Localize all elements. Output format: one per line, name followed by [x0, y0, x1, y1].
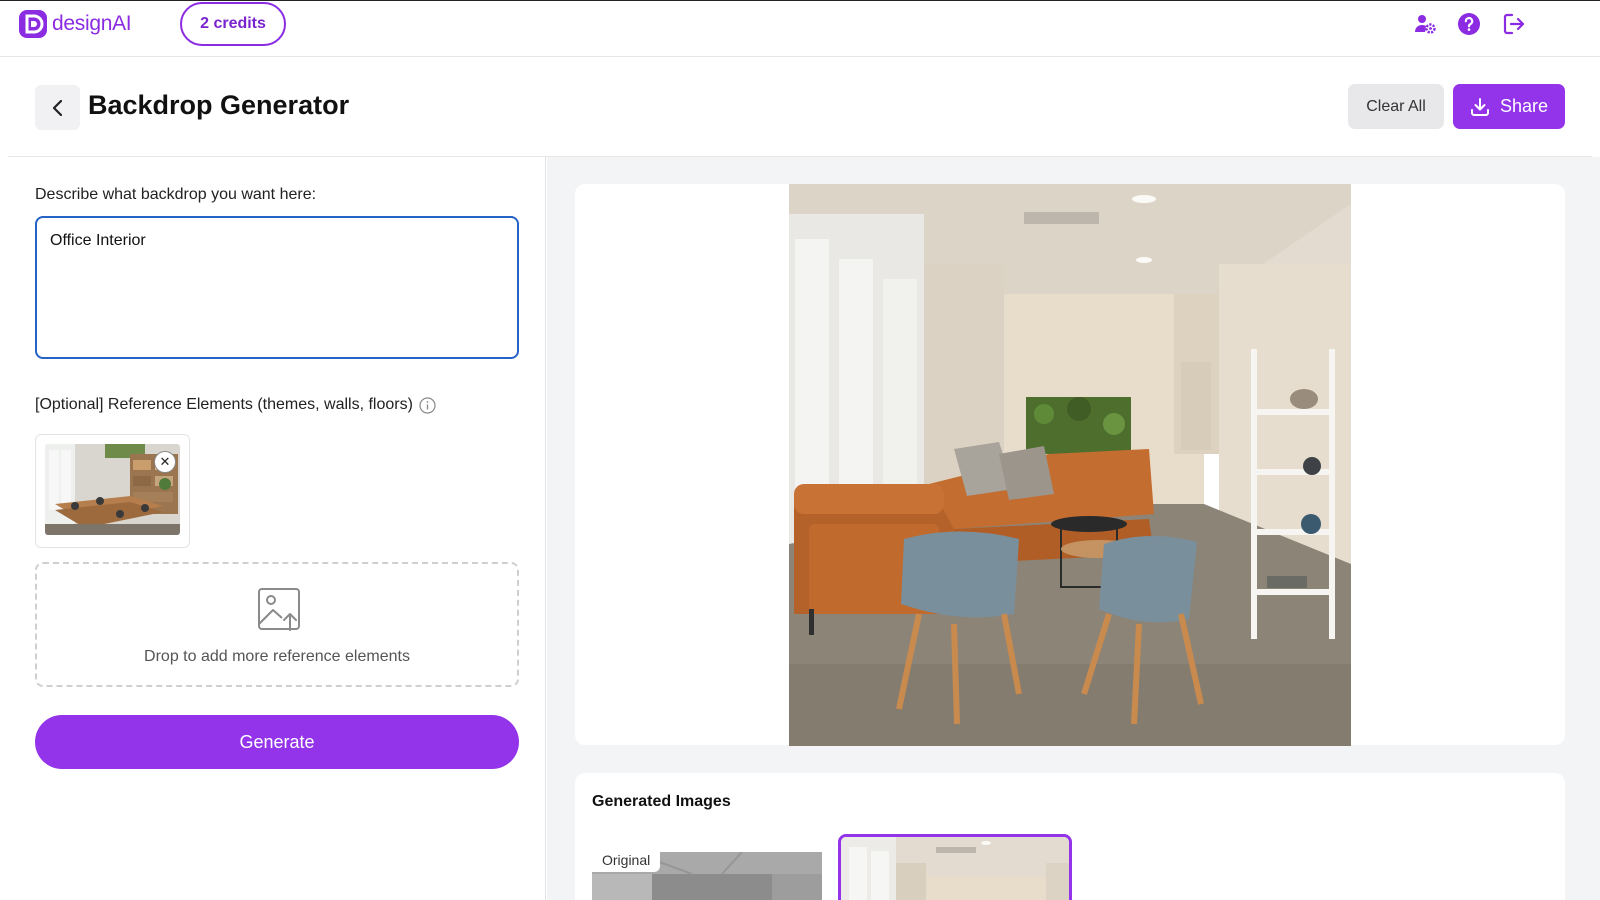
page-title: Backdrop Generator [88, 90, 350, 120]
generate-button[interactable]: Generate [35, 715, 519, 769]
app-logo[interactable]: designAI [18, 8, 132, 40]
logout-icon[interactable] [1502, 12, 1526, 36]
drop-zone-text: Drop to add more reference elements [144, 648, 410, 665]
generated-images-title: Generated Images [592, 793, 731, 810]
reference-thumbnail-card: ✕ [35, 434, 190, 548]
reference-elements-label: [Optional] Reference Elements (themes, w… [35, 396, 436, 414]
help-icon[interactable] [1457, 12, 1481, 36]
reference-drop-zone[interactable]: Drop to add more reference elements [35, 562, 519, 687]
original-badge: Original [592, 848, 661, 872]
selected-generated-thumbnail[interactable] [838, 834, 1072, 900]
share-button[interactable]: Share [1453, 84, 1565, 129]
share-button-label: Share [1499, 96, 1549, 116]
reference-elements-text: [Optional] Reference Elements (themes, w… [35, 396, 413, 413]
back-button[interactable] [35, 85, 80, 130]
chevron-left-icon [52, 99, 62, 116]
clear-all-button[interactable]: Clear All [1348, 84, 1444, 129]
user-settings-icon[interactable] [1413, 12, 1437, 36]
logo-text: designAI [52, 12, 132, 35]
logo-mark-icon [19, 10, 47, 38]
download-icon [1470, 97, 1489, 116]
describe-label: Describe what backdrop you want here: [35, 186, 317, 203]
top-navigation-bar: designAI 2 credits [0, 0, 1600, 57]
info-icon[interactable] [419, 396, 436, 414]
backdrop-description-input[interactable]: Office Interior [35, 216, 519, 359]
image-upload-icon [258, 588, 300, 631]
generated-backdrop-image [789, 184, 1351, 746]
credits-badge[interactable]: 2 credits [180, 2, 286, 46]
remove-reference-button[interactable]: ✕ [154, 451, 176, 473]
